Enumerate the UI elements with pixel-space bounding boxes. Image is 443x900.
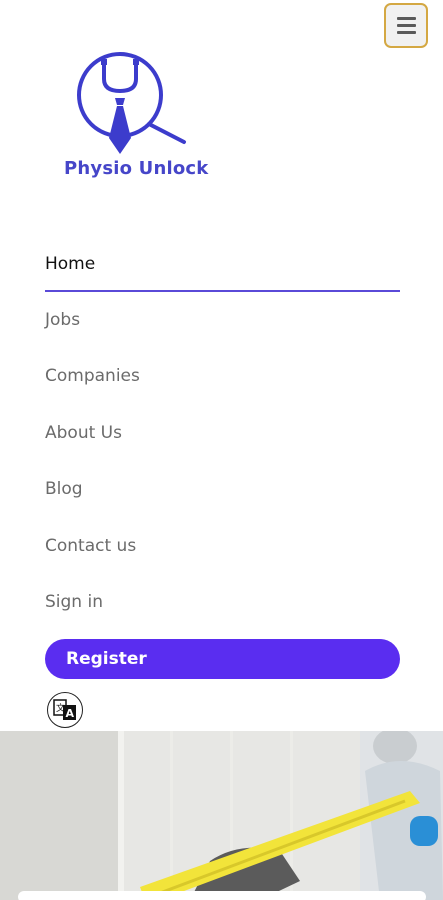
- register-button[interactable]: Register: [45, 639, 400, 679]
- translate-icon: 文 A: [53, 699, 76, 720]
- svg-text:A: A: [66, 707, 75, 720]
- hamburger-line: [396, 17, 416, 20]
- hamburger-line: [396, 24, 416, 27]
- brand-name: Physio Unlock: [64, 158, 209, 179]
- main-nav: Home Jobs Companies About Us Blog Contac…: [45, 236, 400, 630]
- translate-button[interactable]: 文 A: [47, 692, 83, 728]
- hero-image: [0, 731, 443, 900]
- nav-item-contact-us[interactable]: Contact us: [45, 518, 400, 574]
- nav-item-blog[interactable]: Blog: [45, 461, 400, 517]
- menu-toggle-button[interactable]: [384, 3, 428, 48]
- nav-item-sign-in[interactable]: Sign in: [45, 574, 400, 630]
- nav-item-home[interactable]: Home: [45, 236, 400, 292]
- nav-item-about-us[interactable]: About Us: [45, 405, 400, 461]
- hamburger-line: [396, 31, 416, 34]
- nav-item-jobs[interactable]: Jobs: [45, 292, 400, 348]
- nav-item-companies[interactable]: Companies: [45, 348, 400, 404]
